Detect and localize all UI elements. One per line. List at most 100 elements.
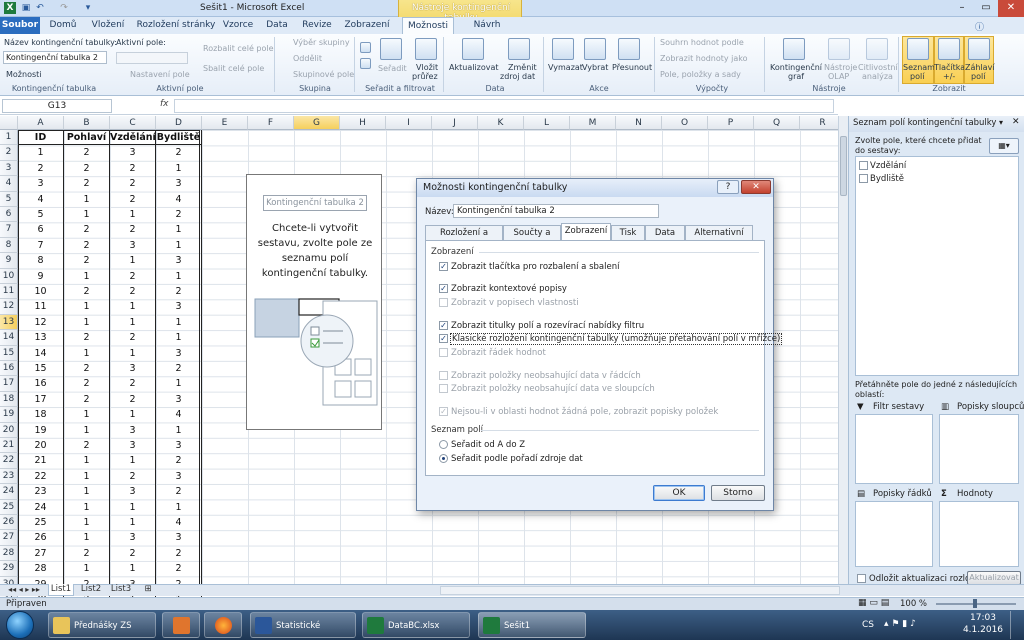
- table-cell[interactable]: 2: [156, 145, 202, 161]
- field-bydliste-label[interactable]: Bydliště: [870, 174, 904, 184]
- pivot-chart-label[interactable]: Kontingenční: [770, 63, 822, 72]
- table-cell[interactable]: 2: [156, 207, 202, 223]
- table-cell[interactable]: 3: [156, 253, 202, 269]
- row-header-8[interactable]: 8: [0, 237, 18, 254]
- dialog-help-button[interactable]: ?: [717, 180, 739, 194]
- row-header-21[interactable]: 21: [0, 438, 18, 454]
- fx-icon[interactable]: fx: [160, 99, 169, 109]
- col-header-J[interactable]: J: [432, 116, 478, 130]
- defer-update-checkbox[interactable]: [857, 574, 866, 583]
- table-cell[interactable]: 1: [64, 499, 110, 515]
- layout-options-icon[interactable]: ▦▾: [989, 138, 1019, 154]
- table-cell[interactable]: 2: [64, 237, 110, 254]
- redo-icon[interactable]: ↷: [58, 2, 70, 14]
- row-header-4[interactable]: 4: [0, 176, 18, 192]
- table-cell[interactable]: 3: [156, 438, 202, 454]
- sort-button[interactable]: Seřadit: [378, 64, 407, 73]
- olap-label-2[interactable]: OLAP: [828, 72, 849, 81]
- opt-properties-checkbox[interactable]: [439, 298, 448, 307]
- move-icon[interactable]: [618, 38, 640, 60]
- row-header-24[interactable]: 24: [0, 484, 18, 500]
- table-cell[interactable]: 1: [64, 268, 110, 284]
- opt-field-captions-checkbox[interactable]: ✓: [439, 321, 448, 330]
- tab-file[interactable]: Soubor: [0, 17, 40, 34]
- table-cell[interactable]: 8: [18, 253, 64, 269]
- table-cell[interactable]: 3: [110, 484, 156, 500]
- table-cell[interactable]: 1: [156, 499, 202, 515]
- table-header-cell[interactable]: Bydliště: [156, 130, 202, 146]
- group-field-button[interactable]: Skupinové pole: [293, 70, 354, 79]
- row-header-28[interactable]: 28: [0, 545, 18, 562]
- table-cell[interactable]: 3: [110, 361, 156, 377]
- col-header-L[interactable]: L: [524, 116, 570, 130]
- table-cell[interactable]: 2: [110, 376, 156, 392]
- pt-name-input[interactable]: Kontingenční tabulka 2: [3, 51, 107, 64]
- row-header-23[interactable]: 23: [0, 468, 18, 485]
- sort-az-radio[interactable]: [439, 440, 448, 449]
- refresh-button[interactable]: Aktualizovat: [449, 63, 499, 72]
- zone-values-drop[interactable]: [939, 501, 1019, 567]
- table-cell[interactable]: 14: [18, 345, 64, 361]
- show-desktop-button[interactable]: [1010, 611, 1022, 639]
- row-header-18[interactable]: 18: [0, 391, 18, 408]
- field-vzdelani-label[interactable]: Vzdělání: [870, 161, 906, 171]
- table-cell[interactable]: 1: [110, 561, 156, 577]
- table-cell[interactable]: 1: [64, 530, 110, 546]
- tab-formulas[interactable]: Vzorce: [220, 17, 256, 34]
- clear-button[interactable]: Vymazat: [548, 63, 583, 72]
- table-cell[interactable]: 1: [110, 345, 156, 361]
- row-header-7[interactable]: 7: [0, 222, 18, 238]
- table-cell[interactable]: 3: [110, 145, 156, 161]
- table-cell[interactable]: 1: [110, 453, 156, 469]
- sort-source-radio[interactable]: [439, 454, 448, 463]
- maximize-button[interactable]: ▭: [974, 0, 998, 17]
- table-cell[interactable]: 22: [18, 468, 64, 485]
- zone-rows-drop[interactable]: [855, 501, 933, 567]
- pivot-placeholder[interactable]: Kontingenční tabulka 2 Chcete-li vytvoři…: [246, 174, 382, 430]
- select-icon[interactable]: [584, 38, 606, 60]
- row-header-16[interactable]: 16: [0, 361, 18, 377]
- update-button[interactable]: Aktualizovat: [967, 571, 1021, 585]
- table-cell[interactable]: 26: [18, 530, 64, 546]
- table-cell[interactable]: 17: [18, 391, 64, 408]
- table-cell[interactable]: 2: [156, 545, 202, 562]
- table-cell[interactable]: 27: [18, 545, 64, 562]
- sort-icon[interactable]: [380, 38, 402, 60]
- row-header-17[interactable]: 17: [0, 376, 18, 392]
- task-prednasky[interactable]: Přednášky ZS: [48, 612, 156, 638]
- zone-filter-drop[interactable]: [855, 414, 933, 484]
- table-cell[interactable]: 2: [110, 176, 156, 192]
- table-cell[interactable]: 20: [18, 438, 64, 454]
- tab-view[interactable]: Zobrazení: [340, 17, 394, 34]
- col-header-N[interactable]: N: [616, 116, 662, 130]
- olap-label[interactable]: Nástroje: [824, 63, 857, 72]
- vertical-scrollbar[interactable]: [838, 116, 848, 584]
- table-cell[interactable]: 2: [64, 253, 110, 269]
- dialog-tab-alt-text[interactable]: Alternativní text: [685, 225, 753, 252]
- table-cell[interactable]: 2: [64, 145, 110, 161]
- table-cell[interactable]: 1: [156, 376, 202, 392]
- tab-page-layout[interactable]: Rozložení stránky: [134, 17, 218, 34]
- table-cell[interactable]: 2: [64, 361, 110, 377]
- table-cell[interactable]: 4: [156, 515, 202, 531]
- row-header-29[interactable]: 29: [0, 561, 18, 577]
- table-cell[interactable]: 11: [18, 299, 64, 315]
- olap-icon[interactable]: [828, 38, 850, 60]
- whatif-icon[interactable]: [866, 38, 888, 60]
- sheet-nav-icon[interactable]: ◂◂ ◂ ▸ ▸▸: [4, 584, 44, 596]
- opt-item-labels-checkbox[interactable]: ✓: [439, 407, 448, 416]
- insert-slicer-label[interactable]: Vložit: [416, 63, 438, 72]
- select-all[interactable]: [0, 116, 18, 130]
- table-cell[interactable]: 2: [64, 222, 110, 238]
- sort-az-icon[interactable]: [360, 42, 371, 53]
- sheet-tab-list1[interactable]: List1: [48, 584, 74, 596]
- col-header-D[interactable]: D: [156, 116, 202, 130]
- col-header-C[interactable]: C: [110, 116, 156, 130]
- table-cell[interactable]: 1: [110, 253, 156, 269]
- row-header-10[interactable]: 10: [0, 268, 18, 284]
- table-cell[interactable]: 4: [156, 407, 202, 423]
- row-header-25[interactable]: 25: [0, 499, 18, 515]
- move-button[interactable]: Přesunout: [612, 63, 652, 72]
- pivot-chart-label-2[interactable]: graf: [788, 72, 804, 81]
- field-bydliste-checkbox[interactable]: [859, 174, 868, 183]
